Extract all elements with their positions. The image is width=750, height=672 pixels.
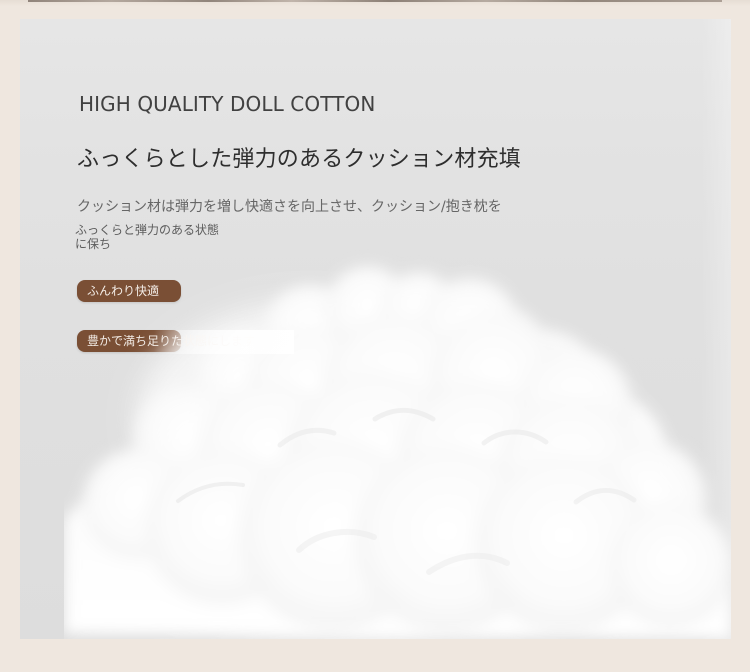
- fullness-tag-label: 豊かで満ち足りた状態にします: [87, 334, 256, 348]
- top-image-strip: [0, 0, 750, 6]
- comfort-tag-label: ふんわり快適: [87, 284, 160, 298]
- description-line-1: クッション材は弾力を増し快適さを向上させ、クッション/抱き枕を: [77, 199, 502, 215]
- japanese-headline: ふっくらとした弾力のあるクッション材充填: [77, 147, 522, 172]
- product-feature-page: HIGH QUALITY DOLL COTTON ふっくらとした弾力のあるクッシ…: [0, 0, 750, 672]
- cotton-filling-image: [64, 214, 731, 639]
- english-headline: HIGH QUALITY DOLL COTTON: [79, 92, 376, 116]
- cotton-feature-panel: HIGH QUALITY DOLL COTTON ふっくらとした弾力のあるクッシ…: [20, 19, 731, 639]
